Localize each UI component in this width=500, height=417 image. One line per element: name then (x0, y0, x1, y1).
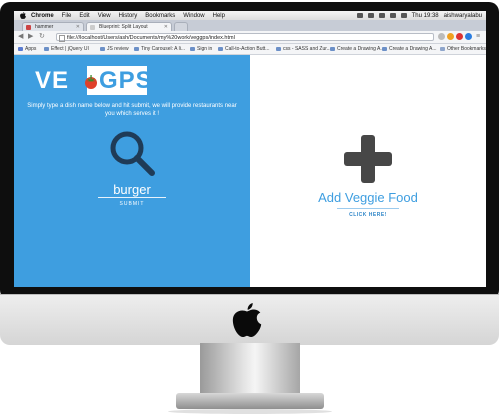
tab-favicon (90, 25, 95, 30)
bookmark-item[interactable]: css - SASS and Zur... (276, 44, 331, 54)
apps-icon (18, 47, 23, 51)
menu-bookmarks[interactable]: Bookmarks (145, 13, 175, 19)
menu-extras: Thu 19:38 aishwaryalabu (352, 11, 482, 20)
bookmark-icon (330, 47, 335, 51)
bookmarks-bar: Apps Effect | jQuery UI JS review Tiny C… (14, 44, 486, 55)
web-page: VE GPS Simply type a dish name below and… (14, 55, 486, 287)
bookmark-label: JS review (107, 46, 129, 52)
bookmark-apps[interactable]: Apps (18, 44, 36, 54)
stand-shadow (168, 409, 332, 414)
tagline: Simply type a dish name below and hit su… (27, 103, 237, 117)
screen: Chrome File Edit View History Bookmarks … (14, 11, 486, 287)
monitor-stand-neck (200, 343, 300, 395)
bookmark-item[interactable]: Create a Drawing A... (382, 44, 437, 54)
toolbar: ◀ ▶ ↻ file:///localhost/Users/ash/Docume… (14, 31, 486, 44)
address-bar[interactable]: file:///localhost/Users/ash/Documents/my… (56, 33, 434, 42)
bookmark-label: Apps (25, 46, 37, 52)
imac-monitor: Chrome File Edit View History Bookmarks … (0, 0, 500, 417)
tab-blueprint[interactable]: Blueprint: Split Layout ✕ (86, 22, 172, 31)
bluetooth-icon[interactable] (367, 13, 374, 18)
bookmark-item[interactable]: Sign in (190, 44, 212, 54)
bookmark-icon (100, 47, 105, 51)
extension-icon[interactable] (456, 33, 463, 40)
dropbox-icon[interactable] (356, 13, 363, 18)
tab-strip: hammer ✕ Blueprint: Split Layout ✕ (14, 20, 486, 31)
menu-edit[interactable]: Edit (79, 13, 89, 19)
url-text: file:///localhost/Users/ash/Documents/my… (67, 35, 235, 41)
bookmark-item[interactable]: Effect | jQuery UI (44, 44, 89, 54)
bookmark-item[interactable]: Tiny Carousel: A li... (134, 44, 185, 54)
bookmark-icon (382, 47, 387, 51)
bookmark-label: Other Bookmarks (447, 46, 486, 52)
bookmark-label: Create a Drawing A... (389, 46, 437, 52)
tab-hammer[interactable]: hammer ✕ (22, 22, 84, 31)
menu-view[interactable]: View (98, 13, 111, 19)
title-underline (337, 208, 399, 209)
tab-title: Blueprint: Split Layout (99, 24, 148, 30)
bookmark-label: Call-to-Action Butt... (225, 46, 270, 52)
extension-icon[interactable] (447, 33, 454, 40)
folder-icon (440, 47, 445, 51)
bookmark-label: Tiny Carousel: A li... (141, 46, 185, 52)
bookmark-label: css - SASS and Zur... (283, 46, 331, 52)
reload-icon[interactable]: ↻ (39, 33, 45, 41)
logo-text-gps: GPS (99, 67, 153, 94)
submit-button[interactable]: SUBMIT (107, 201, 157, 207)
tab-favicon (26, 25, 31, 30)
bookmark-icon (190, 47, 195, 51)
extension-icon[interactable] (438, 33, 445, 40)
user-name[interactable]: aishwaryalabu (444, 13, 482, 19)
menu-window[interactable]: Window (183, 13, 204, 19)
dish-search-input[interactable] (98, 181, 166, 198)
search-panel: VE GPS Simply type a dish name below and… (14, 55, 250, 287)
bookmark-icon (134, 47, 139, 51)
mac-menu-bar: Chrome File Edit View History Bookmarks … (14, 11, 486, 20)
tab-title: hammer (35, 24, 54, 30)
add-veggie-food-title[interactable]: Add Veggie Food (250, 190, 486, 205)
other-bookmarks[interactable]: Other Bookmarks (440, 44, 486, 54)
new-tab-button[interactable] (174, 22, 188, 31)
volume-icon[interactable] (389, 13, 396, 18)
wifi-icon[interactable] (378, 13, 385, 18)
menu-history[interactable]: History (119, 13, 138, 19)
search-icon[interactable] (108, 129, 156, 177)
veggps-logo: VE GPS (35, 66, 152, 95)
add-food-panel: Add Veggie Food CLICK HERE! (250, 55, 486, 287)
menu-help[interactable]: Help (213, 13, 225, 19)
clock[interactable]: Thu 19:38 (412, 13, 439, 19)
plus-icon[interactable] (342, 133, 394, 185)
bookmark-item[interactable]: Create a Drawing A... (330, 44, 385, 54)
page-icon (59, 35, 65, 42)
bookmark-label: Sign in (197, 46, 213, 52)
menu-icon[interactable]: ≡ (476, 33, 480, 41)
battery-icon[interactable] (400, 13, 407, 18)
menu-file[interactable]: File (62, 13, 72, 19)
apple-menu-icon[interactable] (20, 12, 26, 19)
bookmark-item[interactable]: Call-to-Action Butt... (218, 44, 269, 54)
menu-app-name[interactable]: Chrome (31, 13, 54, 19)
tomato-icon (85, 75, 97, 89)
apple-logo-icon (232, 303, 262, 337)
forward-icon[interactable]: ▶ (28, 33, 33, 41)
bookmark-icon (44, 47, 49, 51)
bookmark-item[interactable]: JS review (100, 44, 129, 54)
click-here-link[interactable]: CLICK HERE! (250, 212, 486, 218)
back-icon[interactable]: ◀ (18, 33, 23, 41)
bookmark-label: Create a Drawing A... (337, 46, 385, 52)
bookmark-icon (276, 47, 281, 51)
extension-icon[interactable] (465, 33, 472, 40)
logo-text-ve: VE (35, 67, 70, 94)
bookmark-icon (218, 47, 223, 51)
monitor-stand-foot (176, 393, 324, 409)
bookmark-label: Effect | jQuery UI (51, 46, 89, 52)
